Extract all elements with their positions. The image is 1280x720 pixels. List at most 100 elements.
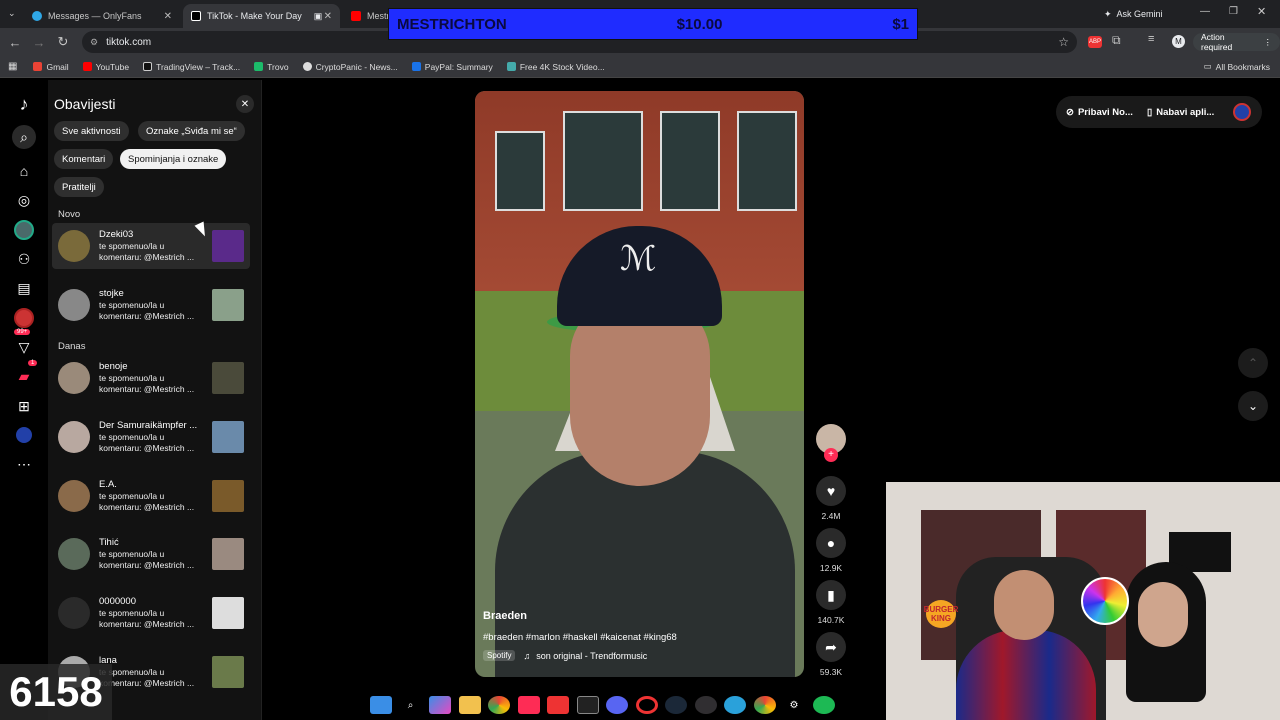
cast-icon[interactable]: ▣ — [314, 11, 323, 22]
chip-all-activity[interactable]: Sve aktivnosti — [54, 121, 129, 141]
notification-item[interactable]: benoje te spomenuo/la u komentaru: @Mest… — [52, 355, 250, 401]
spotify-tag[interactable]: Spotify — [483, 650, 516, 661]
minimize-window-button[interactable]: — — [1200, 6, 1210, 17]
spotify-icon[interactable] — [812, 696, 835, 714]
chip-mentions[interactable]: Spominjanja i oznake — [120, 149, 227, 169]
tiktok-app-icon[interactable] — [517, 696, 540, 714]
video-thumbnail[interactable] — [212, 421, 244, 453]
video-thumbnail[interactable] — [212, 538, 244, 570]
bookmark-trovo[interactable]: Trovo — [254, 62, 289, 72]
notification-text: komentaru: @Mestrich ... — [99, 311, 195, 321]
save-button[interactable]: ▮ 140.7K — [815, 580, 847, 625]
notification-text: te spomenuo/la u — [99, 432, 165, 442]
get-app-button[interactable]: ▯ Nabavi apli... — [1147, 101, 1214, 123]
share-button[interactable]: ➦ 59.3K — [815, 632, 847, 677]
bookmark-paypal[interactable]: PayPal: Summary — [411, 62, 493, 72]
adblock-icon[interactable]: ABP — [1088, 36, 1102, 48]
profile-avatar[interactable]: M — [1172, 35, 1185, 48]
settings-icon[interactable]: ⚙ — [783, 696, 805, 714]
close-tab-icon[interactable]: ✕ — [324, 11, 332, 22]
live-avatar[interactable] — [12, 218, 36, 242]
windows-start-icon[interactable] — [370, 696, 392, 714]
chrome-icon[interactable] — [488, 696, 510, 714]
file-explorer-icon[interactable] — [458, 696, 481, 714]
obs-icon[interactable] — [694, 696, 717, 714]
upload-icon[interactable]: ⊞ — [12, 394, 36, 418]
video-thumbnail[interactable] — [212, 289, 244, 321]
user-avatar[interactable] — [1233, 103, 1251, 121]
live-icon[interactable]: ▤ — [12, 276, 36, 300]
site-info-icon[interactable]: ⚙ — [90, 37, 98, 48]
notification-item[interactable]: stojke te spomenuo/la u komentaru: @Mest… — [52, 282, 250, 328]
next-video-button[interactable]: ⌄ — [1238, 391, 1268, 421]
video-music[interactable]: Spotify ♫ son original - Trendformusic — [483, 650, 647, 661]
extensions-icon[interactable]: ⧉ — [1112, 33, 1121, 48]
discord-icon[interactable] — [606, 696, 628, 714]
copilot-icon[interactable] — [429, 696, 451, 714]
apps-grid-icon[interactable]: ▦ — [8, 61, 17, 72]
media-controls-icon[interactable]: ≡ — [1148, 33, 1154, 45]
forward-icon[interactable]: → — [27, 35, 51, 50]
search-icon[interactable]: ⌕ — [12, 125, 36, 149]
notification-item[interactable]: Der Samuraikämpfer ... te spomenuo/la u … — [52, 414, 250, 460]
messages-icon[interactable]: ▰ 1 — [12, 360, 38, 388]
video-thumbnail[interactable] — [212, 480, 244, 512]
reload-icon[interactable]: ↻ — [51, 34, 75, 50]
more-icon[interactable]: ⋯ — [12, 452, 36, 476]
notification-item[interactable]: 0000000 te spomenuo/la u komentaru: @Mes… — [52, 590, 250, 636]
all-bookmarks-button[interactable]: ▭ All Bookmarks — [1204, 61, 1270, 72]
chip-comments[interactable]: Komentari — [54, 149, 114, 169]
telegram-icon[interactable] — [724, 696, 746, 714]
following-icon[interactable]: ⚇ — [12, 247, 36, 271]
chrome-icon[interactable] — [753, 696, 776, 714]
search-icon[interactable]: ⌕ — [400, 696, 422, 714]
tab-search-chevron-icon[interactable]: ⌄ — [8, 8, 16, 19]
comment-button[interactable]: ● 12.9K — [815, 528, 847, 573]
notification-item[interactable]: E.A. te spomenuo/la u komentaru: @Mestri… — [52, 473, 250, 519]
steam-icon[interactable] — [665, 696, 687, 714]
chip-likes[interactable]: Oznake „Sviđa mi se“ — [138, 121, 245, 141]
close-window-button[interactable]: ✕ — [1257, 5, 1266, 18]
video-thumbnail[interactable] — [212, 656, 244, 688]
tab-mestri[interactable]: Mestri — [343, 4, 393, 28]
bookmark-stock-video[interactable]: Free 4K Stock Video... — [506, 62, 605, 72]
like-button[interactable]: ♥ 2.4M — [815, 476, 847, 521]
creator-avatar[interactable]: + — [815, 424, 847, 462]
home-icon[interactable]: ⌂ — [12, 159, 36, 183]
video-thumbnail[interactable] — [212, 230, 244, 262]
tab-onlyfans[interactable]: Messages — OnlyFans ✕ — [24, 4, 180, 28]
video-player[interactable]: ℳ Braeden #braeden #marlon #haskell #kai… — [475, 91, 804, 677]
tiktok-logo-icon[interactable]: ♪ — [12, 92, 36, 116]
notification-item[interactable]: Dzeki03 te spomenuo/la u komentaru: @Mes… — [52, 223, 250, 269]
notification-item[interactable]: Tihić te spomenuo/la u komentaru: @Mestr… — [52, 531, 250, 577]
tab-title: Messages — OnlyFans — [48, 11, 142, 21]
epic-games-icon[interactable] — [576, 696, 599, 714]
bookmark-cryptopanic[interactable]: CryptoPanic - News... — [302, 62, 398, 72]
bookmark-youtube[interactable]: YouTube — [82, 62, 129, 72]
bookmark-gmail[interactable]: Gmail — [33, 62, 69, 72]
music-note-icon: ♫ — [523, 650, 531, 661]
opera-icon[interactable] — [635, 696, 658, 714]
video-author[interactable]: Braeden — [483, 610, 527, 622]
back-icon[interactable]: ← — [3, 35, 27, 50]
previous-video-button[interactable]: ⌃ — [1238, 348, 1268, 378]
tab-tiktok[interactable]: TikTok - Make Your Day ▣ ✕ — [183, 4, 340, 28]
explore-icon[interactable]: ◎ — [12, 188, 36, 212]
video-hashtags[interactable]: #braeden #marlon #haskell #kaicenat #kin… — [483, 632, 677, 643]
close-icon[interactable]: ✕ — [236, 95, 254, 113]
video-thumbnail[interactable] — [212, 597, 244, 629]
bookmark-star-icon[interactable]: ☆ — [1058, 35, 1069, 49]
close-tab-icon[interactable]: ✕ — [164, 11, 172, 22]
follow-plus-icon[interactable]: + — [824, 448, 838, 462]
ask-gemini-button[interactable]: ✦ Ask Gemini — [1104, 6, 1163, 22]
video-thumbnail[interactable] — [212, 362, 244, 394]
live-room-avatar[interactable] — [12, 306, 36, 330]
action-required-button[interactable]: Action required ⋮ — [1193, 32, 1280, 52]
get-coins-button[interactable]: ⊘ Pribavi No... — [1066, 101, 1133, 123]
inbox-icon[interactable]: ▽ 99+ — [12, 329, 36, 359]
chip-followers[interactable]: Pratitelji — [54, 177, 104, 197]
trading-app-icon[interactable] — [547, 696, 569, 714]
restore-window-button[interactable]: ❐ — [1229, 6, 1238, 17]
profile-avatar-icon[interactable] — [12, 423, 36, 447]
bookmark-tradingview[interactable]: TradingView – Track... — [143, 62, 240, 72]
